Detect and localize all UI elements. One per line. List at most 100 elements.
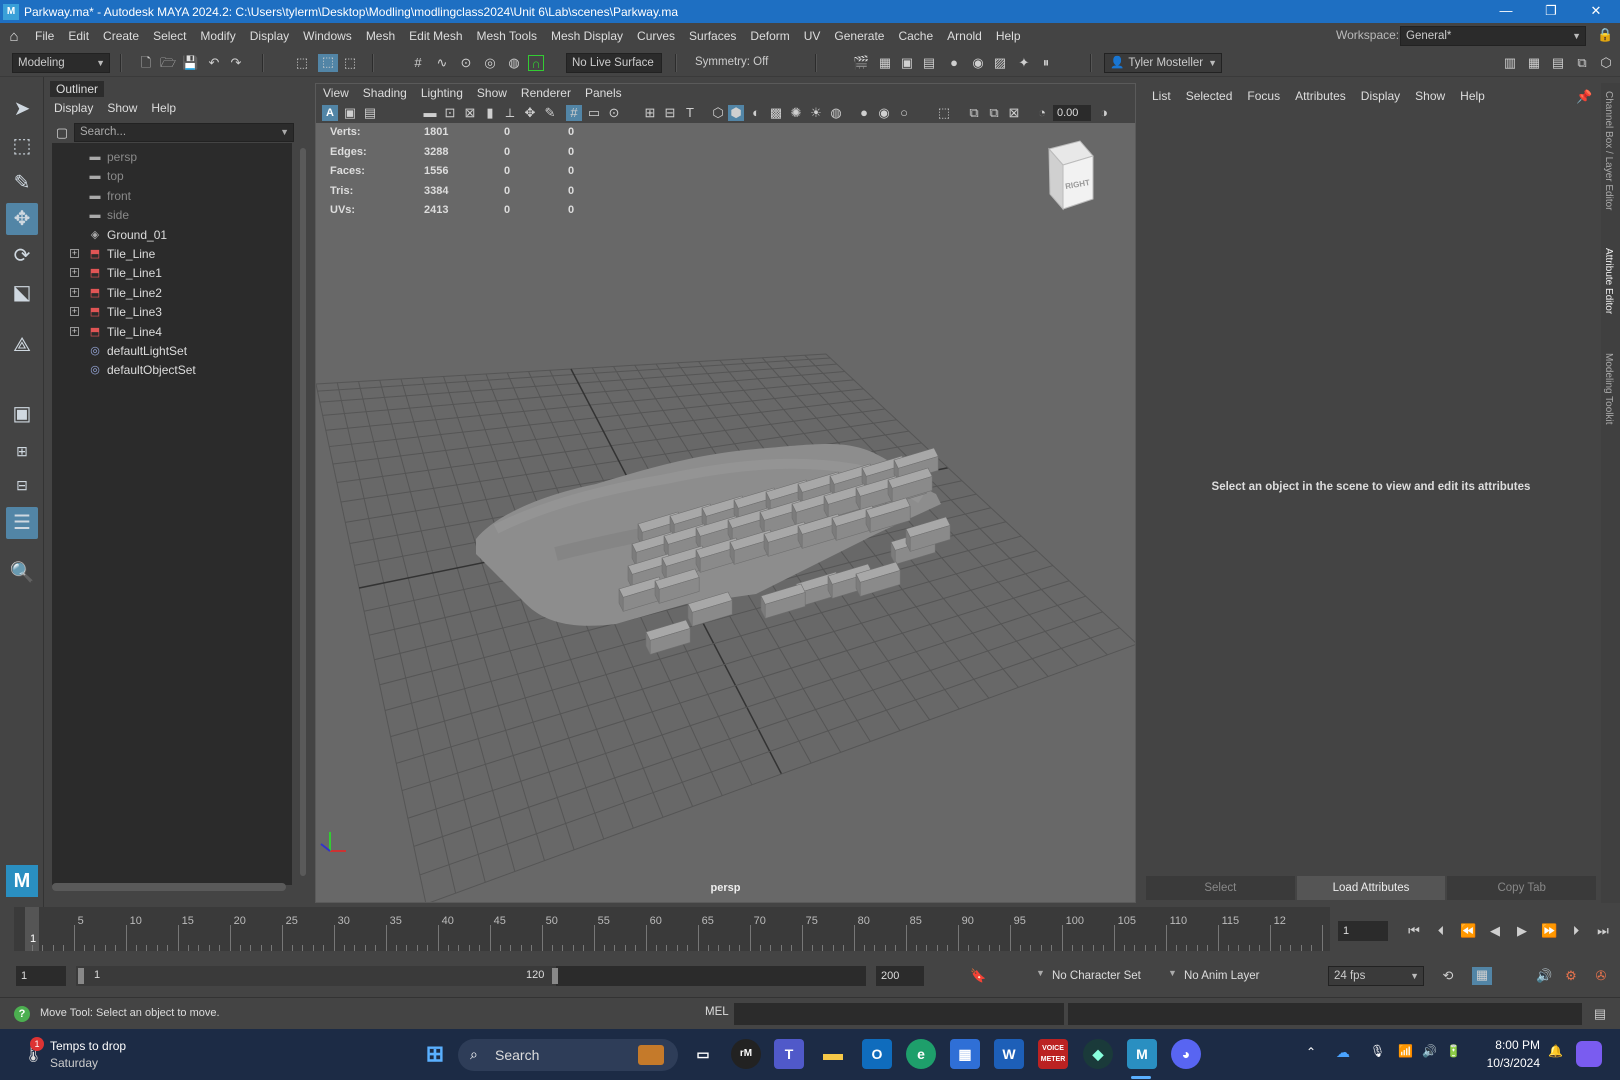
volume-icon[interactable]: 🔊 xyxy=(1422,1044,1437,1058)
layout-icon-3[interactable]: ▤ xyxy=(1550,55,1566,71)
outliner-menu-show[interactable]: Show xyxy=(107,101,137,115)
pencil-icon[interactable]: ✎ xyxy=(542,105,558,121)
play-forwards-icon[interactable]: ▶ xyxy=(1514,923,1530,939)
file-explorer-icon[interactable]: ▬ xyxy=(818,1039,848,1069)
show-hidden-icons-icon[interactable]: ⌃ xyxy=(1306,1045,1316,1059)
hypershade-icon[interactable]: ● xyxy=(946,55,962,71)
menu-mesh-tools[interactable]: Mesh Tools xyxy=(470,29,544,43)
viewport-menu-shading[interactable]: Shading xyxy=(356,84,414,103)
select-button[interactable]: Select xyxy=(1146,876,1295,900)
render-settings-icon[interactable]: ▤ xyxy=(921,55,937,71)
anim-layer-dropdown-icon[interactable]: ▼ xyxy=(1168,968,1177,978)
snap-live-icon[interactable]: ∩ xyxy=(528,55,544,71)
panel-layout-icon[interactable]: ⧉ xyxy=(966,105,982,121)
outliner-menu-help[interactable]: Help xyxy=(151,101,176,115)
minimize-button[interactable]: — xyxy=(1483,0,1529,23)
voicemeeter-icon[interactable]: VOICE METER xyxy=(1038,1039,1068,1069)
viewport-menu-panels[interactable]: Panels xyxy=(578,84,629,103)
viewport-panel[interactable]: RIGHT View Shading Lighting Show Renderer Pan… xyxy=(315,83,1136,903)
auto-key-icon[interactable]: 🔖 xyxy=(970,968,986,984)
attr-menu-attributes[interactable]: Attributes xyxy=(1295,89,1346,103)
menu-generate[interactable]: Generate xyxy=(827,29,891,43)
panel-layout-icon-3[interactable]: ⊠ xyxy=(1006,105,1022,121)
viewport-menu-view[interactable]: View xyxy=(316,84,356,103)
viewport-menu-renderer[interactable]: Renderer xyxy=(514,84,578,103)
current-frame-field[interactable]: 1 xyxy=(1338,921,1388,941)
outliner-search-input[interactable]: Search... ▼ xyxy=(74,123,294,142)
clock-date[interactable]: 10/3/2024 xyxy=(1474,1056,1540,1070)
outliner-layout-icon[interactable]: ☰ xyxy=(6,507,38,539)
command-line-input[interactable] xyxy=(734,1003,1064,1025)
lock-icon[interactable]: 🔒 xyxy=(1597,27,1613,43)
menu-arnold[interactable]: Arnold xyxy=(940,29,989,43)
shadows-icon[interactable]: ☀ xyxy=(808,105,824,121)
step-back-frame-icon[interactable]: ⏴ xyxy=(1433,923,1449,939)
expand-icon[interactable]: + xyxy=(70,326,79,336)
live-surface-field[interactable]: No Live Surface xyxy=(566,53,662,73)
grid-toggle-icon[interactable]: # xyxy=(566,105,582,121)
redo-icon[interactable]: ↷ xyxy=(228,55,244,71)
wire-on-shaded-icon[interactable]: ◐ xyxy=(748,105,764,121)
copy-tab-button[interactable]: Copy Tab xyxy=(1447,876,1597,900)
range-slider-end-grip[interactable] xyxy=(552,968,558,984)
bookmark-icon[interactable]: ▤ xyxy=(362,105,378,121)
attr-menu-display[interactable]: Display xyxy=(1361,89,1400,103)
workspace-select[interactable]: General* ▼ xyxy=(1400,26,1586,46)
pin-icon[interactable]: 📌 xyxy=(1576,89,1592,105)
arnold-view-icon[interactable]: ▨ xyxy=(992,55,1008,71)
notification-bell-icon[interactable]: 🔔 xyxy=(1548,1044,1563,1058)
fps-select[interactable]: 24 fps ▼ xyxy=(1328,966,1424,986)
camera-select-icon[interactable]: A xyxy=(322,105,338,121)
outlook-icon[interactable]: O xyxy=(862,1039,892,1069)
exposure-icon[interactable]: ◔ xyxy=(1034,105,1050,121)
expand-icon[interactable]: + xyxy=(70,268,79,278)
snap-point-icon[interactable]: ⊙ xyxy=(458,55,474,71)
depth-of-field-icon[interactable]: ○ xyxy=(896,105,912,121)
wifi-icon[interactable]: 📶 xyxy=(1398,1044,1413,1058)
range-slider-start-grip[interactable] xyxy=(78,968,84,984)
xray-icon[interactable]: ⊞ xyxy=(642,105,658,121)
outliner-scrollbar[interactable] xyxy=(300,148,306,876)
attr-menu-list[interactable]: List xyxy=(1152,89,1171,103)
menu-display[interactable]: Display xyxy=(243,29,296,43)
home-icon[interactable]: ⌂ xyxy=(0,28,28,45)
layout-icon-5[interactable]: ⬡ xyxy=(1598,55,1614,71)
mel-label[interactable]: MEL xyxy=(705,1006,729,1018)
use-lights-icon[interactable]: ✺ xyxy=(788,105,804,121)
cache-playback-icon[interactable]: ▦ xyxy=(1472,967,1492,985)
new-scene-icon[interactable]: 🗋 xyxy=(138,55,154,71)
battery-icon[interactable]: 🔋 xyxy=(1446,1044,1461,1058)
step-back-key-icon[interactable]: ⏪ xyxy=(1460,923,1476,939)
menu-help[interactable]: Help xyxy=(989,29,1028,43)
render-sequence-icon[interactable]: ▦ xyxy=(877,55,893,71)
windows-start-icon[interactable]: ⊞ xyxy=(420,1039,450,1069)
end-time-field[interactable]: 200 xyxy=(876,966,924,986)
arnold-light-icon[interactable]: ✦ xyxy=(1016,55,1032,71)
gamma-icon[interactable]: ◑ xyxy=(1096,105,1112,121)
motion-blur-icon[interactable]: ◉ xyxy=(876,105,892,121)
close-button[interactable]: ✕ xyxy=(1573,0,1619,23)
hud-toggle-icon[interactable]: ▭ xyxy=(586,105,602,121)
exposure-field[interactable]: 0.00 xyxy=(1053,105,1091,121)
safe-title-icon[interactable]: ✥ xyxy=(522,105,538,121)
restore-button[interactable]: ❐ xyxy=(1528,0,1574,23)
app-diamond-icon[interactable]: ◆ xyxy=(1083,1039,1113,1069)
script-editor-icon[interactable]: ▤ xyxy=(1592,1006,1608,1022)
four-view-icon[interactable]: ⊞ xyxy=(6,435,38,467)
snap-grid-icon[interactable]: # xyxy=(410,55,426,71)
antialias-icon[interactable]: ● xyxy=(856,105,872,121)
pause-icon[interactable]: ⏸ xyxy=(1038,55,1054,71)
menu-cache[interactable]: Cache xyxy=(891,29,940,43)
viewport-menu-show[interactable]: Show xyxy=(470,84,514,103)
film-gate-icon[interactable]: ▬ xyxy=(422,105,438,121)
character-set-select[interactable]: No Character Set xyxy=(1052,966,1172,986)
anim-prefs-icon[interactable]: ⚙ xyxy=(1563,968,1579,984)
menu-create[interactable]: Create xyxy=(96,29,146,43)
expand-icon[interactable]: + xyxy=(70,287,79,297)
tab-channel-box[interactable]: Channel Box / Layer Editor xyxy=(1603,91,1614,211)
layout-icon-2[interactable]: ▦ xyxy=(1526,55,1542,71)
taskbar-search-box[interactable]: ⌕ Search xyxy=(458,1039,678,1071)
load-attributes-button[interactable]: Load Attributes xyxy=(1296,876,1446,900)
snap-view-icon[interactable]: ◎ xyxy=(482,55,498,71)
character-prefs-icon[interactable]: ✇ xyxy=(1593,968,1609,984)
